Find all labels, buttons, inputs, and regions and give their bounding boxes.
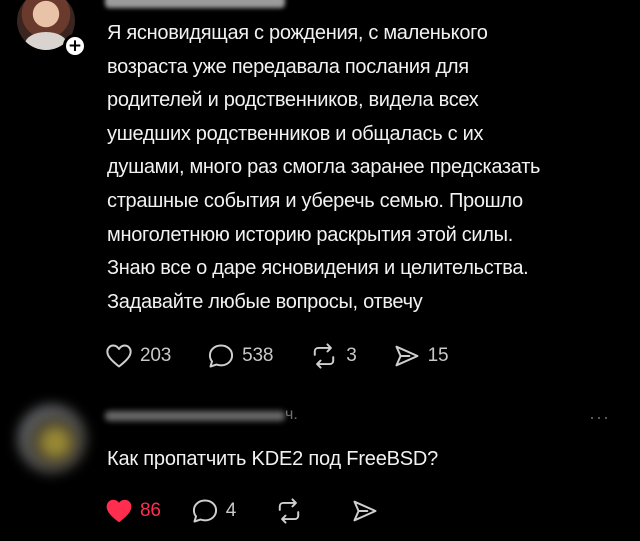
post-time: ч. [285, 406, 298, 423]
post-text-line: Я ясновидящая с рождения, с маленького [107, 22, 488, 44]
post-text-line: Задавайте любые вопросы, отвечу [107, 290, 423, 313]
post-text-line: возраста уже передавала послания для [107, 55, 469, 78]
repost-button[interactable]: 3 [309, 343, 357, 369]
comment-count: 4 [225, 500, 237, 521]
like-count: 203 [140, 345, 172, 366]
avatar[interactable] [18, 405, 86, 473]
author-name-blurred [105, 0, 285, 8]
author-name-blurred [105, 411, 285, 421]
reply-post: ч. ··· Как пропатчить KDE2 под FreeBSD? … [0, 395, 640, 541]
follow-button[interactable]: + [63, 34, 87, 58]
send-icon [395, 345, 419, 367]
post-main: + Я ясновидящая с рождения, с маленького… [0, 0, 640, 395]
post-text-line: страшные события и уберечь семью. Прошло [107, 189, 523, 212]
share-button[interactable]: 15 [393, 343, 449, 369]
share-button[interactable] [351, 498, 386, 524]
comment-count: 538 [242, 345, 274, 366]
heart-filled-icon [106, 499, 132, 523]
heart-icon [106, 344, 132, 368]
repost-icon [278, 498, 300, 524]
repost-count: 3 [346, 345, 357, 366]
post-text: Я ясновидящая с рождения, с маленького в… [107, 17, 627, 319]
comment-bubble-icon [192, 499, 217, 523]
like-button[interactable]: 203 [105, 343, 171, 369]
comment-bubble-icon [209, 344, 234, 368]
send-icon [353, 500, 377, 522]
repost-button[interactable] [274, 498, 311, 524]
repost-icon [314, 343, 335, 369]
comment-button[interactable]: 538 [207, 343, 273, 369]
post-text-line: ушедших родственников и общалась с их [107, 122, 484, 145]
post-text-line: Знаю все о даре ясновидения и целительст… [107, 257, 529, 280]
post-actions: 203 538 3 15 [105, 343, 484, 369]
reply-actions: 86 4 [105, 498, 422, 524]
comment-button[interactable]: 4 [191, 498, 236, 524]
more-options-icon[interactable]: ··· [589, 407, 610, 428]
like-button[interactable]: 86 [105, 498, 161, 524]
reply-text: Как пропатчить KDE2 под FreeBSD? [107, 448, 439, 470]
share-count: 15 [427, 345, 449, 366]
post-text-line: многолетнюю историю раскрытия этой силы. [107, 223, 513, 246]
like-count: 86 [140, 500, 161, 521]
post-text-line: душами, много раз смогла заранее предска… [107, 156, 541, 179]
post-text-line: родителей и родственников, видела всех [107, 89, 479, 112]
